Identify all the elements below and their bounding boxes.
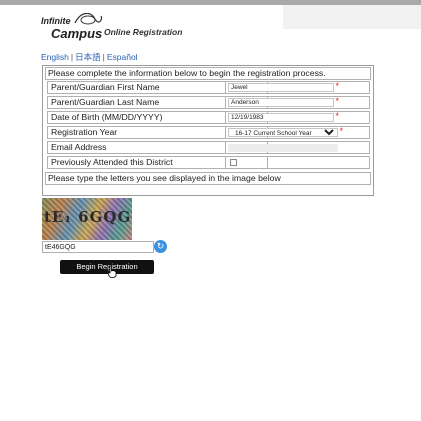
language-links: English | 日本語 | Español (41, 51, 138, 63)
last-name-input[interactable] (228, 98, 334, 107)
refresh-captcha-icon[interactable]: ↻ (154, 240, 167, 253)
form-intro: Please complete the information below to… (45, 67, 371, 80)
dob-input[interactable] (228, 113, 334, 122)
captcha-image-text: tE₁ 6GQG (44, 208, 132, 226)
logo-infinite-text: Infinite (41, 16, 71, 26)
logo-campus-text: Campus (51, 26, 103, 41)
infinite-campus-logo: Infinite Campus Online Registration (41, 13, 201, 43)
previously-attended-cell (225, 156, 370, 169)
language-link-english[interactable]: English (41, 52, 69, 62)
captcha-image: tE₁ 6GQG (42, 198, 132, 240)
dob-cell: * (225, 111, 370, 124)
email-input[interactable] (228, 144, 338, 152)
language-link-japanese[interactable]: 日本語 (75, 52, 101, 62)
registration-year-select[interactable]: 16-17 Current School Year (228, 128, 338, 137)
required-marker: * (339, 126, 343, 136)
registration-form: Please complete the information below to… (42, 65, 374, 196)
required-marker: * (335, 111, 339, 121)
required-marker: * (335, 96, 339, 106)
language-link-spanish[interactable]: Español (107, 52, 138, 62)
previously-attended-checkbox[interactable] (230, 159, 237, 166)
header-shade (283, 5, 421, 29)
first-name-cell: * (225, 81, 370, 94)
logo-subtitle: Online Registration (104, 27, 183, 37)
hand-cursor-icon (107, 265, 117, 278)
registration-year-cell: 16-17 Current School Year * (225, 126, 370, 139)
captcha-input[interactable] (42, 241, 154, 253)
captcha-instruction: Please type the letters you see displaye… (45, 172, 371, 185)
last-name-cell: * (225, 96, 370, 109)
email-cell (225, 141, 370, 154)
required-marker: * (335, 81, 339, 91)
logo-swoosh-icon (74, 13, 103, 25)
first-name-input[interactable] (228, 83, 334, 92)
